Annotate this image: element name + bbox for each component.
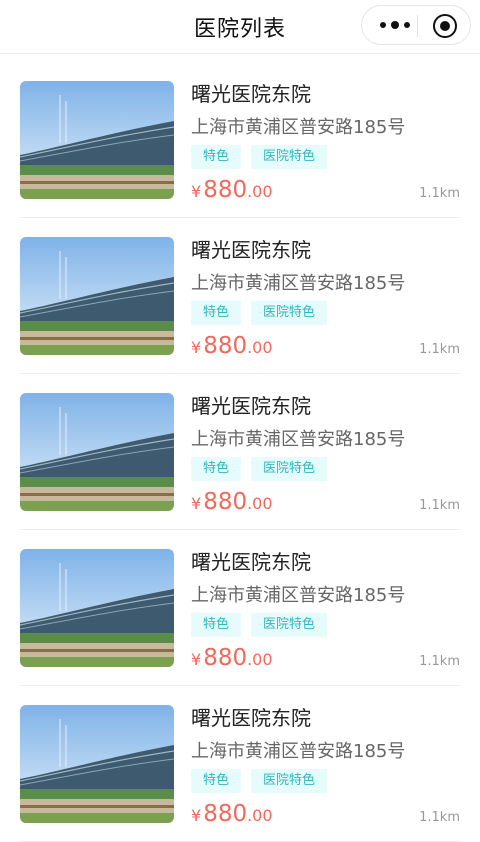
price-currency: ¥: [191, 182, 202, 201]
hospital-name: 曙光医院东院: [191, 394, 311, 418]
hospital-distance: 1.1km: [419, 342, 460, 357]
hospital-distance: 1.1km: [419, 498, 460, 513]
price-decimal: .00: [247, 806, 273, 825]
hospital-image: [20, 237, 174, 355]
hospital-name: 曙光医院东院: [191, 706, 311, 730]
hospital-tag: 医院特色: [251, 301, 328, 325]
hospital-list-item[interactable]: 曙光医院东院 上海市黄浦区普安路185号 特色 医院特色 ¥880.00 1.1k…: [20, 218, 460, 374]
hospital-distance: 1.1km: [419, 654, 460, 669]
hospital-list-item[interactable]: 曙光医院东院 上海市黄浦区普安路185号 特色 医院特色 ¥880.00 1.1k…: [20, 530, 460, 686]
price-integer: 880: [203, 645, 248, 671]
hospital-tag: 特色: [191, 613, 242, 637]
price-decimal: .00: [247, 494, 273, 513]
hospital-tag: 特色: [191, 457, 242, 481]
target-icon[interactable]: [433, 14, 457, 38]
price-currency: ¥: [191, 650, 202, 669]
price-decimal: .00: [247, 338, 273, 357]
hospital-address: 上海市黄浦区普安路185号: [191, 429, 406, 450]
hospital-name: 曙光医院东院: [191, 238, 311, 262]
hospital-image: [20, 549, 174, 667]
hospital-address: 上海市黄浦区普安路185号: [191, 741, 406, 762]
hospital-distance: 1.1km: [419, 810, 460, 825]
hospital-price: ¥880.00: [191, 177, 273, 203]
hospital-tags: 特色 医院特色: [191, 769, 328, 793]
hospital-tags: 特色 医院特色: [191, 301, 328, 325]
hospital-tag: 医院特色: [251, 457, 328, 481]
hospital-distance: 1.1km: [419, 186, 460, 201]
hospital-address: 上海市黄浦区普安路185号: [191, 117, 406, 138]
price-integer: 880: [203, 333, 248, 359]
hospital-tag: 特色: [191, 145, 242, 169]
capsule-divider: [417, 15, 418, 37]
hospital-list-item[interactable]: 曙光医院东院 上海市黄浦区普安路185号 特色 医院特色 ¥880.00 1.1k…: [20, 686, 460, 842]
price-currency: ¥: [191, 806, 202, 825]
hospital-image: [20, 81, 174, 199]
hospital-address: 上海市黄浦区普安路185号: [191, 585, 406, 606]
price-currency: ¥: [191, 494, 202, 513]
hospital-price: ¥880.00: [191, 489, 273, 515]
more-dots-icon[interactable]: [378, 18, 412, 32]
hospital-name: 曙光医院东院: [191, 550, 311, 574]
hospital-tag: 医院特色: [251, 769, 328, 793]
hospital-list: 曙光医院东院 上海市黄浦区普安路185号 特色 医院特色 ¥880.00 1.1k…: [0, 62, 480, 842]
hospital-list-item[interactable]: 曙光医院东院 上海市黄浦区普安路185号 特色 医院特色 ¥880.00 1.1k…: [20, 62, 460, 218]
hospital-tags: 特色 医院特色: [191, 145, 328, 169]
hospital-tags: 特色 医院特色: [191, 457, 328, 481]
hospital-list-item[interactable]: 曙光医院东院 上海市黄浦区普安路185号 特色 医院特色 ¥880.00 1.1k…: [20, 374, 460, 530]
hospital-tag: 医院特色: [251, 145, 328, 169]
price-decimal: .00: [247, 650, 273, 669]
price-decimal: .00: [247, 182, 273, 201]
nav-bar: 医院列表: [0, 0, 480, 54]
hospital-tags: 特色 医院特色: [191, 613, 328, 637]
price-integer: 880: [203, 489, 248, 515]
mini-program-capsule: [361, 5, 471, 45]
price-integer: 880: [203, 177, 248, 203]
price-integer: 880: [203, 801, 248, 827]
hospital-image: [20, 705, 174, 823]
hospital-address: 上海市黄浦区普安路185号: [191, 273, 406, 294]
hospital-price: ¥880.00: [191, 801, 273, 827]
hospital-name: 曙光医院东院: [191, 82, 311, 106]
hospital-price: ¥880.00: [191, 645, 273, 671]
hospital-price: ¥880.00: [191, 333, 273, 359]
hospital-image: [20, 393, 174, 511]
price-currency: ¥: [191, 338, 202, 357]
hospital-tag: 医院特色: [251, 613, 328, 637]
hospital-tag: 特色: [191, 301, 242, 325]
hospital-tag: 特色: [191, 769, 242, 793]
